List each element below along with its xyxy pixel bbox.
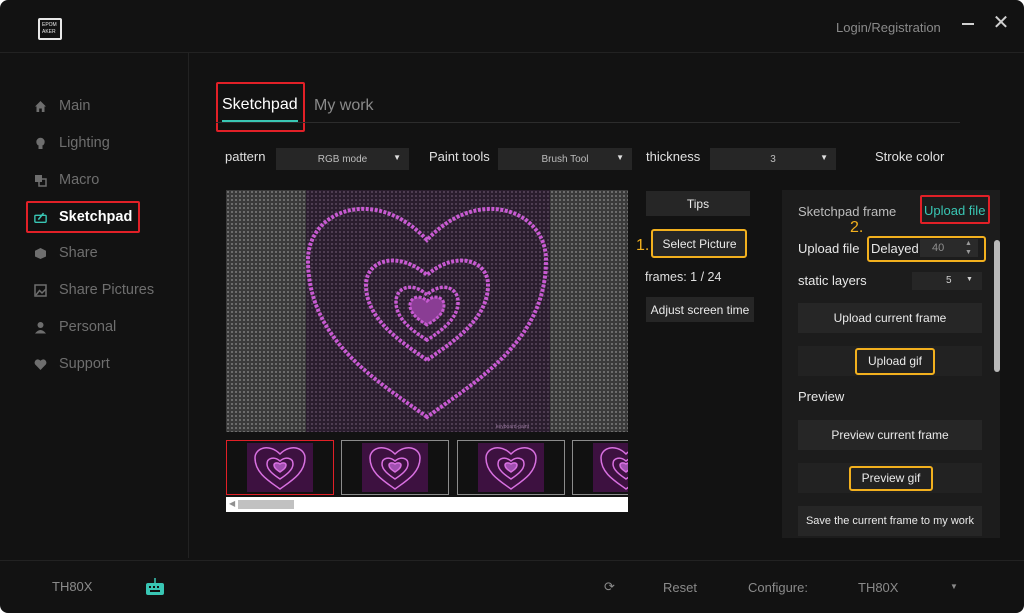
cube-icon [34, 247, 47, 260]
chevron-down-icon: ▼ [966, 276, 973, 283]
paint-tools-value: Brush Tool [541, 153, 589, 165]
frames-counter: frames: 1 / 24 [645, 270, 722, 284]
sidebar-item-sketchpad[interactable]: Sketchpad [34, 205, 132, 229]
epomaker-logo: EPOM AKER [38, 18, 62, 40]
sketchpad-icon [34, 211, 47, 224]
paint-tools-label: Paint tools [429, 149, 490, 164]
canvas-watermark: keyboard-paint [496, 424, 530, 430]
tabs-divider [216, 122, 960, 123]
scrollbar-thumb[interactable] [238, 500, 294, 509]
sidebar-item-label: Macro [59, 172, 100, 188]
picture-icon [34, 283, 47, 297]
keyboard-icon[interactable] [145, 578, 165, 601]
highlight-upload-gif [855, 348, 935, 375]
sidebar-item-support[interactable]: Support [34, 352, 110, 376]
right-panel-scrollbar[interactable] [994, 240, 1000, 372]
configure-label: Configure: [748, 580, 808, 595]
stroke-color-button[interactable]: Stroke color [875, 149, 944, 164]
sidebar-item-macro[interactable]: Macro [34, 168, 99, 192]
configure-select[interactable]: TH80X [858, 580, 898, 595]
footer-divider [0, 560, 1024, 561]
minimize-icon[interactable] [962, 23, 974, 25]
sidebar-item-label: Lighting [59, 135, 110, 151]
preview-label: Preview [798, 389, 845, 404]
static-layers-select[interactable]: 5 ▼ [912, 272, 982, 290]
frame-thumbnail[interactable] [341, 440, 449, 495]
pattern-value: RGB mode [317, 153, 368, 165]
sidebar-item-label: Main [59, 98, 91, 114]
highlight-select-picture [651, 229, 747, 258]
thumbnail-heart [369, 447, 421, 490]
thickness-value: 3 [770, 153, 776, 165]
chevron-down-icon: ▼ [820, 153, 828, 162]
tips-button[interactable]: Tips [646, 191, 750, 216]
static-layers-label: static layers [798, 273, 867, 288]
sidebar-item-share-pictures[interactable]: Share Pictures [34, 278, 154, 302]
frame-thumbnail[interactable] [457, 440, 565, 495]
app-window: EPOM AKER Login/Registration ✕ Main Ligh… [0, 0, 1024, 613]
heart-drawing: keyboard-paint [305, 206, 549, 430]
person-icon [34, 321, 47, 334]
thumbnails-scrollbar[interactable]: ◀ [226, 497, 628, 512]
thickness-select[interactable]: 3 ▼ [710, 148, 836, 170]
device-name: TH80X [52, 579, 93, 594]
chevron-down-icon: ▼ [616, 153, 624, 162]
chevron-down-icon[interactable]: ▼ [950, 582, 958, 591]
sidebar-item-lighting[interactable]: Lighting [34, 131, 110, 155]
preview-current-frame-button[interactable]: Preview current frame [798, 420, 982, 450]
sidebar-item-label: Share [59, 245, 98, 261]
thumbnail-heart [485, 447, 537, 490]
tab-sketchpad-frame[interactable]: Sketchpad frame [798, 204, 896, 219]
paint-tools-select[interactable]: Brush Tool ▼ [498, 148, 632, 170]
sketchpad-canvas[interactable]: keyboard-paint [226, 190, 628, 432]
thickness-label: thickness [646, 149, 701, 164]
frame-thumbnail[interactable] [572, 440, 628, 495]
sidebar-item-label: Sketchpad [59, 209, 133, 225]
close-icon[interactable]: ✕ [992, 13, 1010, 33]
refresh-icon[interactable]: ⟳ [604, 579, 615, 595]
reset-button[interactable]: Reset [663, 580, 697, 595]
thumbnail-heart [600, 447, 628, 490]
save-current-frame-button[interactable]: Save the current frame to my work [798, 506, 982, 536]
pattern-label: pattern [225, 149, 266, 164]
highlight-delayed [867, 236, 986, 262]
tab-my-work[interactable]: My work [314, 97, 374, 115]
frame-thumbnail[interactable] [226, 440, 334, 495]
upload-current-frame-button[interactable]: Upload current frame [798, 303, 982, 333]
frame-thumbnails [226, 440, 628, 496]
sidebar-item-label: Support [59, 356, 110, 372]
scroll-left-icon[interactable]: ◀ [229, 499, 235, 508]
macro-icon [34, 174, 47, 187]
thumbnail-heart [254, 447, 306, 490]
highlight-preview-gif [849, 466, 933, 491]
sidebar-divider [188, 53, 189, 558]
logo-text-top: EPOM [42, 22, 57, 28]
highlight-upload-file-tab [920, 195, 990, 224]
sidebar-item-label: Personal [59, 319, 117, 335]
step-1-marker: 1. [636, 237, 650, 254]
bulb-icon [34, 137, 47, 150]
tab-sketchpad[interactable]: Sketchpad [222, 96, 298, 114]
upload-file-label: Upload file [798, 241, 860, 256]
static-layers-value: 5 [946, 275, 952, 286]
logo-text-bottom: AKER [42, 29, 56, 35]
step-2-marker: 2. [850, 219, 864, 236]
home-icon [34, 100, 47, 113]
heart-icon [34, 358, 47, 371]
chevron-down-icon: ▼ [393, 153, 401, 162]
sidebar-item-share[interactable]: Share [34, 241, 98, 265]
sidebar-item-main[interactable]: Main [34, 94, 90, 118]
adjust-screen-time-button[interactable]: Adjust screen time [646, 297, 754, 322]
titlebar-divider [0, 52, 1024, 53]
pattern-select[interactable]: RGB mode ▼ [276, 148, 409, 170]
sidebar-item-personal[interactable]: Personal [34, 315, 116, 339]
login-registration-link[interactable]: Login/Registration [836, 20, 941, 35]
sidebar-item-label: Share Pictures [59, 282, 155, 298]
